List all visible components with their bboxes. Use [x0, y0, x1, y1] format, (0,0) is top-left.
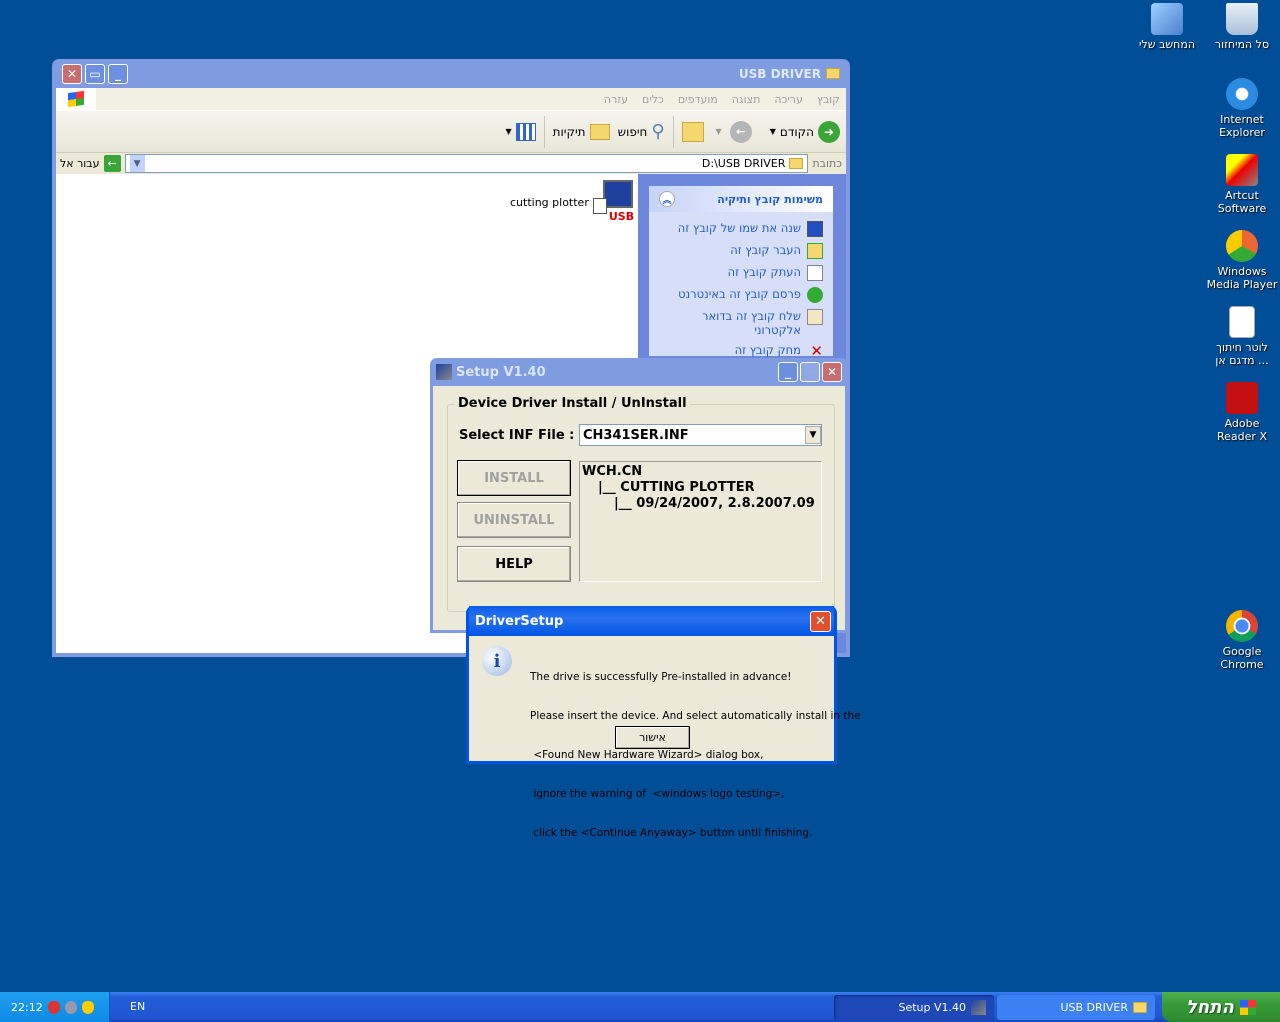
start-button[interactable]: התחל [1162, 992, 1280, 1022]
shield-icon[interactable] [81, 1000, 94, 1014]
go-button[interactable]: עבור אל [60, 157, 100, 170]
media-player-icon [1226, 230, 1258, 262]
my-computer-icon [1151, 3, 1183, 35]
rename-icon [807, 221, 823, 237]
close-button[interactable]: ✕ [810, 610, 831, 632]
maximize-button: ▭ [800, 362, 820, 382]
setup-window: Setup V1.40 _ ▭ ✕ Device Driver Install … [430, 358, 848, 633]
windows-logo-icon [1239, 999, 1256, 1015]
file-item-cutting-plotter[interactable]: cutting plotter USB [510, 180, 637, 224]
windows-logo-icon [56, 88, 96, 110]
task-usb-driver[interactable]: USB DRIVER [997, 995, 1155, 1020]
copy-icon [807, 265, 823, 281]
dialog-message: The drive is successfully Pre-installed … [530, 671, 861, 839]
driver-tree: WCH.CN |__ CUTTING PLOTTER |__ 09/24/200… [579, 461, 822, 582]
task-copy[interactable]: העתק קובץ זה [649, 262, 833, 284]
address-bar: כתובת D:\USB DRIVER ▼ ← עבור אל [56, 152, 846, 174]
task-rename[interactable]: שנה את שמו של קובץ זה [649, 218, 833, 240]
desktop-icon-internet-explorer[interactable]: Internet Explorer [1204, 78, 1280, 139]
task-publish[interactable]: פרסם קובץ זה באינטרנט [649, 284, 833, 306]
address-input[interactable]: D:\USB DRIVER ▼ [124, 154, 809, 173]
setup-title-bar[interactable]: Setup V1.40 _ ▭ ✕ [433, 358, 845, 386]
group-label: Device Driver Install / UnInstall [455, 396, 690, 411]
desktop-icon-chrome[interactable]: Google Chrome [1204, 610, 1280, 671]
file-tasks-header[interactable]: משימות קובץ ותיקיה ︽ [649, 186, 833, 212]
setup-app-icon [436, 364, 452, 380]
dialog-body: i The drive is successfully Pre-installe… [469, 636, 861, 839]
desktop-icon-artcut[interactable]: Artcut Software [1204, 154, 1280, 215]
document-icon [1229, 306, 1255, 338]
file-tasks-panel: משימות קובץ ותיקיה ︽ שנה את שמו של קובץ … [649, 186, 833, 360]
uninstall-button[interactable]: UNINSTALL [457, 502, 571, 538]
menu-edit[interactable]: עריכה [774, 93, 803, 106]
recycle-bin-icon [1226, 3, 1258, 35]
back-arrow-icon: ➜ [818, 120, 840, 143]
folder-icon [789, 158, 804, 169]
info-icon: i [482, 646, 512, 676]
internet-explorer-icon [1226, 78, 1258, 110]
inf-file-select[interactable]: CH341SER.INF ▼ [579, 424, 822, 446]
forward-button[interactable]: ← [729, 120, 752, 143]
help-button[interactable]: HELP [457, 546, 571, 582]
minimize-button[interactable]: _ [108, 63, 128, 84]
menu-tools[interactable]: כלים [642, 93, 664, 106]
inf-file-label: Select INF File : [459, 428, 575, 443]
desktop-icon-recycle-bin[interactable]: סל המיחזור [1204, 3, 1280, 51]
address-dropdown[interactable]: ▼ [129, 155, 145, 172]
menu-view[interactable]: תצוגה [732, 93, 760, 106]
minimize-button[interactable]: _ [778, 362, 798, 382]
views-button[interactable]: ▼ [505, 122, 536, 141]
search-button[interactable]: ⚲ חיפוש [618, 121, 665, 142]
search-icon: ⚲ [651, 121, 665, 142]
setup-app-icon [971, 1000, 986, 1015]
chevron-down-icon[interactable]: ▼ [805, 426, 821, 444]
window-title: USB DRIVER [738, 66, 821, 81]
desktop-icon-my-computer[interactable]: המחשב שלי [1129, 3, 1205, 51]
maximize-button[interactable]: ▭ [85, 63, 105, 84]
desktop-icon-document[interactable]: לוטר חיתוך מדגם אן ... [1204, 306, 1280, 367]
task-setup[interactable]: Setup V1.40 [834, 995, 994, 1020]
adobe-reader-icon [1226, 382, 1258, 414]
setup-client: Device Driver Install / UnInstall Select… [433, 386, 845, 630]
close-button[interactable]: ✕ [822, 362, 842, 382]
clock[interactable]: 22:12 [11, 1001, 43, 1014]
explorer-title-bar[interactable]: USB DRIVER ✕ ▭ _ [56, 59, 846, 88]
desktop-icon-media-player[interactable]: Windows Media Player [1204, 230, 1280, 291]
dialog-title-bar[interactable]: DriverSetup ✕ [469, 606, 834, 636]
delete-icon: ✕ [810, 342, 823, 360]
folder-icon [826, 68, 840, 79]
toolbar: ➜ הקודם ▼ ← ▼ ⚲ חיפוש תיקיות ▼ [56, 110, 846, 152]
close-button[interactable]: ✕ [62, 63, 82, 84]
address-label: כתובת [812, 157, 842, 170]
task-email[interactable]: שלח קובץ זה בדואר אלקטרוני [649, 306, 833, 340]
task-move[interactable]: העבר קובץ זה [649, 240, 833, 262]
menu-bar: קובץ עריכה תצוגה מועדפים כלים עזרה [56, 88, 846, 110]
ok-button[interactable]: אישור [615, 726, 690, 749]
collapse-icon[interactable]: ︽ [659, 191, 675, 207]
email-icon [807, 309, 823, 325]
network-icon[interactable] [64, 1000, 77, 1014]
up-folder-button[interactable] [681, 121, 704, 142]
menu-file[interactable]: קובץ [817, 93, 840, 106]
security-alert-icon[interactable] [47, 1000, 60, 1014]
publish-web-icon [807, 287, 823, 303]
folders-button[interactable]: תיקיות [553, 123, 610, 140]
move-icon [807, 243, 823, 259]
install-button[interactable]: INSTALL [457, 460, 571, 496]
system-tray: 22:12 [0, 992, 110, 1022]
back-button[interactable]: ➜ הקודם ▼ [770, 120, 840, 143]
chrome-icon [1226, 610, 1258, 642]
setup-file-icon: USB [592, 180, 637, 224]
desktop-icon-adobe-reader[interactable]: Adobe Reader X [1204, 382, 1280, 443]
menu-help[interactable]: עזרה [604, 93, 628, 106]
language-indicator[interactable]: EN [130, 1000, 145, 1013]
menu-favorites[interactable]: מועדפים [678, 93, 718, 106]
driver-setup-dialog: DriverSetup ✕ i The drive is successfull… [466, 606, 861, 839]
views-icon [515, 122, 536, 141]
taskbar: 22:12 EN Setup V1.40 USB DRIVER התחל [0, 992, 1280, 1022]
folders-icon [589, 123, 610, 140]
go-arrow-icon[interactable]: ← [103, 155, 121, 172]
artcut-icon [1226, 154, 1258, 186]
folder-icon [1133, 1002, 1147, 1013]
